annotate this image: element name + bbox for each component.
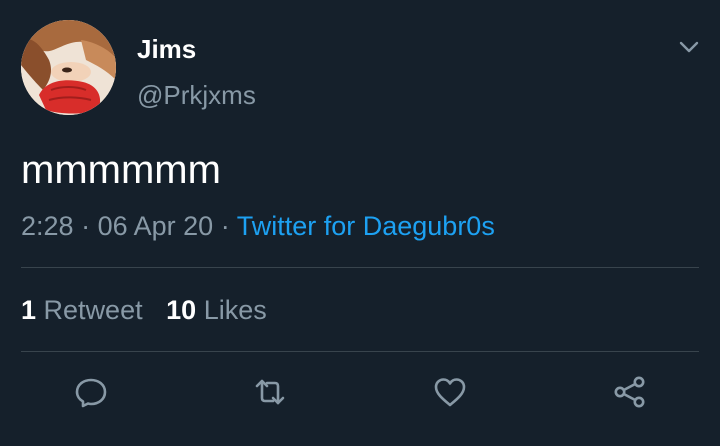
tweet-source-link[interactable]: Twitter for Daegubr0s	[237, 211, 495, 241]
avatar-image	[21, 20, 116, 115]
heart-icon	[434, 378, 466, 407]
share-button[interactable]	[612, 374, 648, 410]
reply-icon	[75, 378, 107, 408]
share-icon	[614, 376, 645, 408]
display-name[interactable]: Jims	[137, 33, 196, 65]
meta-separator: ·	[81, 211, 91, 241]
divider	[21, 351, 699, 352]
tweet-meta: 2:28 · 06 Apr 20 · Twitter for Daegubr0s	[21, 208, 495, 244]
reply-button[interactable]	[73, 374, 109, 410]
retweet-count: 1	[21, 295, 37, 325]
tweet-text: mmmmmm	[21, 148, 221, 192]
user-handle[interactable]: @Prkjxms	[137, 79, 256, 111]
tweet-time: 2:28	[21, 211, 74, 241]
avatar[interactable]	[21, 20, 116, 115]
like-label: Likes	[203, 295, 267, 325]
tweet-date: 06 Apr 20	[97, 211, 214, 241]
retweet-icon	[255, 379, 285, 405]
tweet-stats: 1 Retweet 10 Likes	[21, 292, 283, 328]
divider	[21, 267, 699, 268]
chevron-down-icon[interactable]	[676, 34, 702, 60]
retweet-label: Retweet	[43, 295, 143, 325]
like-stat[interactable]: 10 Likes	[166, 295, 267, 325]
retweet-stat[interactable]: 1 Retweet	[21, 295, 143, 325]
like-count: 10	[166, 295, 197, 325]
retweet-button[interactable]	[252, 374, 288, 410]
like-button[interactable]	[432, 374, 468, 410]
meta-separator: ·	[220, 211, 230, 241]
